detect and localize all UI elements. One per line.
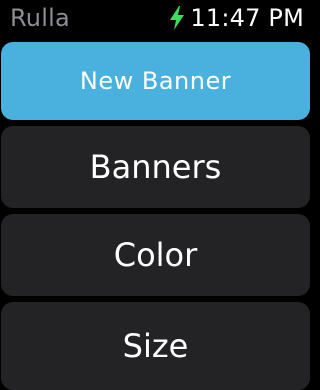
charging-bolt-icon bbox=[169, 6, 185, 30]
clock: 11:47 PM bbox=[190, 4, 304, 32]
status-indicators: 11:47 PM bbox=[169, 4, 304, 32]
size-button[interactable]: Size bbox=[1, 302, 310, 390]
new-banner-button[interactable]: New Banner bbox=[1, 42, 310, 120]
banners-button[interactable]: Banners bbox=[1, 126, 310, 208]
color-button[interactable]: Color bbox=[1, 214, 310, 296]
app-title: Rulla bbox=[10, 4, 70, 32]
status-bar: Rulla 11:47 PM bbox=[0, 0, 312, 38]
